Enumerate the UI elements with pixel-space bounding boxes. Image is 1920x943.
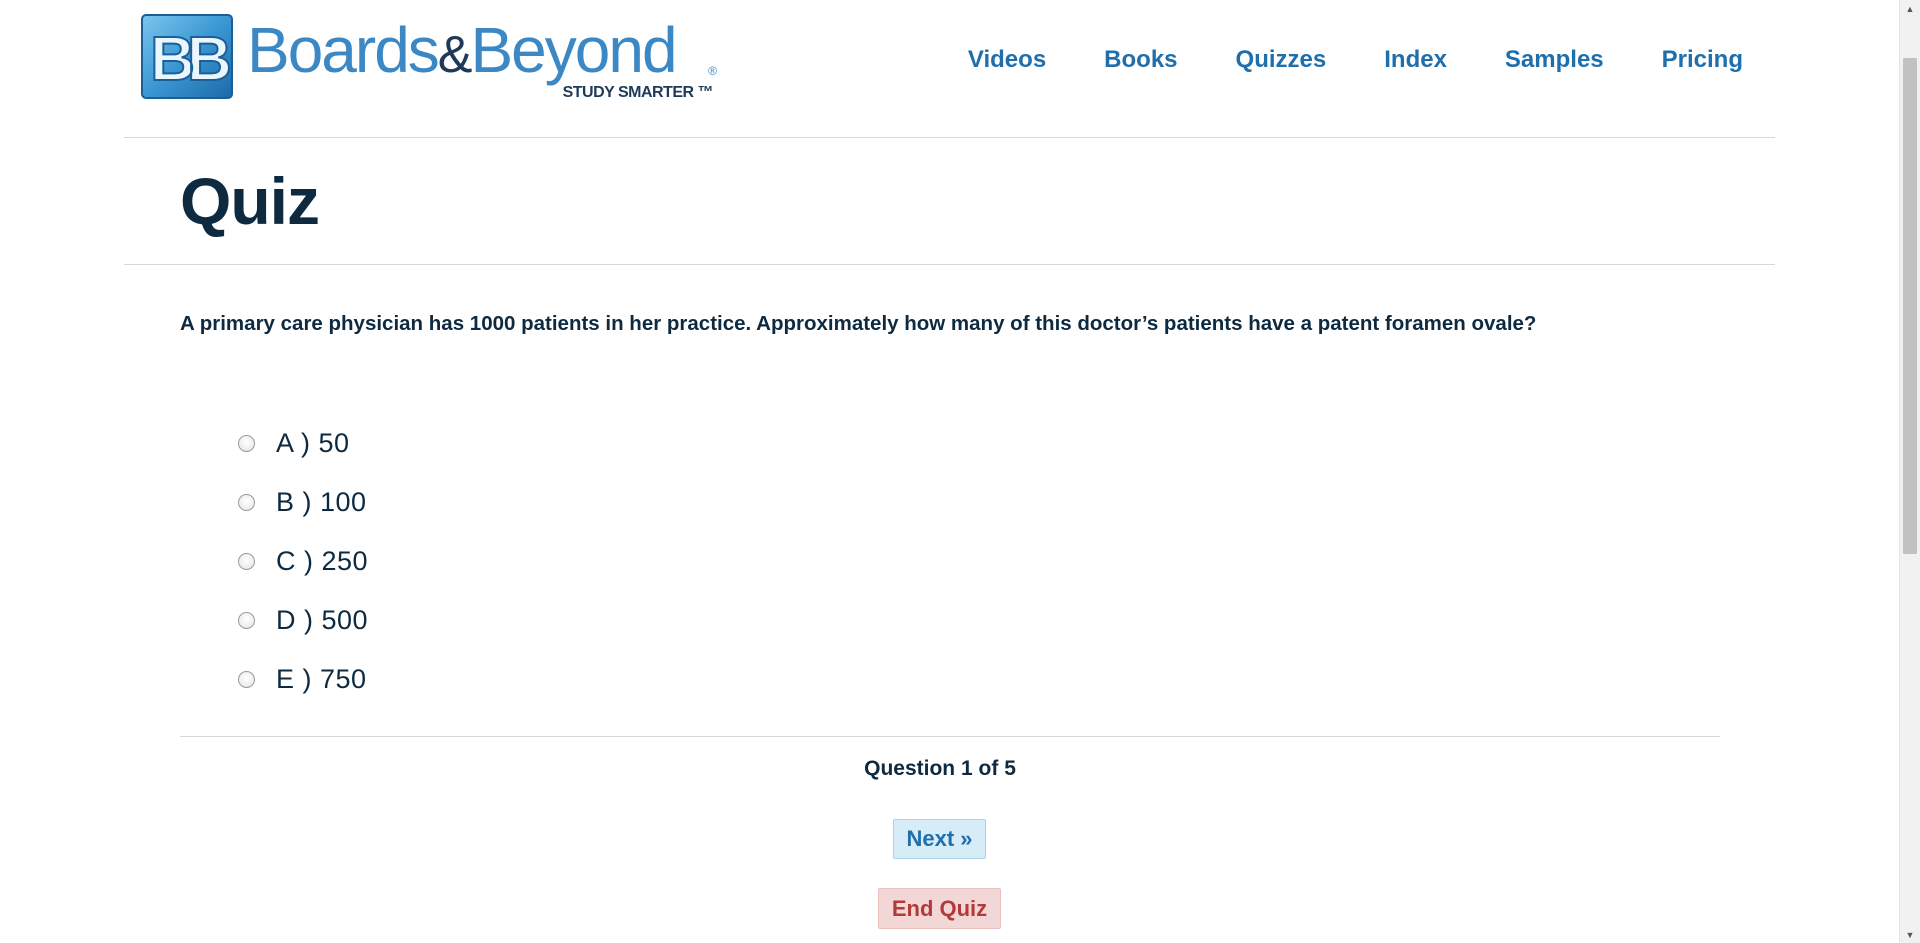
nav-link-quizzes[interactable]: Quizzes — [1236, 46, 1327, 74]
question-progress: Question 1 of 5 — [0, 757, 1880, 781]
page-title: Quiz — [180, 164, 320, 238]
radio-button[interactable] — [238, 553, 255, 570]
logo-amp: & — [437, 26, 473, 84]
site-logo[interactable]: BB Boards&Beyond ® STUDY SMARTER ™ — [141, 14, 717, 104]
question-text: A primary care physician has 1000 patien… — [180, 312, 1537, 335]
answer-label: E ) 750 — [276, 664, 367, 694]
radio-button[interactable] — [238, 435, 255, 452]
answer-option-b[interactable]: B ) 100 — [238, 473, 368, 532]
title-band: Quiz — [124, 139, 1775, 265]
logo-word-left: Boards — [247, 14, 440, 86]
next-button[interactable]: Next » — [893, 819, 986, 859]
end-quiz-button[interactable]: End Quiz — [878, 888, 1001, 929]
nav-link-videos[interactable]: Videos — [968, 46, 1046, 74]
page: BB Boards&Beyond ® STUDY SMARTER ™ Video… — [0, 0, 1899, 943]
radio-button[interactable] — [238, 494, 255, 511]
nav-link-samples[interactable]: Samples — [1505, 46, 1604, 74]
site-header: BB Boards&Beyond ® STUDY SMARTER ™ Video… — [124, 0, 1775, 138]
answer-label: C ) 250 — [276, 546, 369, 576]
vertical-scrollbar[interactable]: ▲ ▼ — [1899, 0, 1920, 943]
nav-link-books[interactable]: Books — [1104, 46, 1177, 74]
radio-button[interactable] — [238, 612, 255, 629]
logo-registered-mark: ® — [708, 64, 717, 78]
nav-link-index[interactable]: Index — [1384, 46, 1447, 74]
answer-option-e[interactable]: E ) 750 — [238, 650, 368, 709]
scroll-up-arrow-icon[interactable]: ▲ — [1900, 0, 1920, 17]
logo-wordmark: Boards&Beyond ® STUDY SMARTER ™ — [247, 14, 717, 104]
answer-option-a[interactable]: A ) 50 — [238, 414, 368, 473]
progress-total: 5 — [1004, 757, 1016, 780]
progress-current: 1 — [960, 757, 973, 780]
radio-button[interactable] — [238, 671, 255, 688]
answer-label: A ) 50 — [276, 428, 350, 458]
divider — [180, 736, 1720, 737]
scrollbar-thumb[interactable] — [1903, 58, 1917, 554]
progress-prefix: Question — [864, 757, 956, 780]
answer-label: B ) 100 — [276, 487, 367, 517]
logo-mark-text: BB — [150, 25, 229, 94]
answer-option-c[interactable]: C ) 250 — [238, 532, 368, 591]
logo-tagline: STUDY SMARTER ™ — [562, 84, 714, 101]
answer-option-d[interactable]: D ) 500 — [238, 591, 368, 650]
nav-link-pricing[interactable]: Pricing — [1662, 46, 1743, 74]
scroll-down-arrow-icon[interactable]: ▼ — [1900, 926, 1920, 943]
answer-options: A ) 50 B ) 100 C ) 250 D ) 500 E ) 750 — [238, 414, 368, 709]
answer-label: D ) 500 — [276, 605, 369, 635]
logo-word: Boards&Beyond — [247, 18, 678, 84]
logo-word-right: Beyond — [470, 14, 677, 86]
progress-of: of — [978, 757, 999, 780]
logo-mark-icon: BB — [141, 14, 238, 99]
main-nav: Videos Books Quizzes Index Samples Prici… — [910, 46, 1743, 74]
